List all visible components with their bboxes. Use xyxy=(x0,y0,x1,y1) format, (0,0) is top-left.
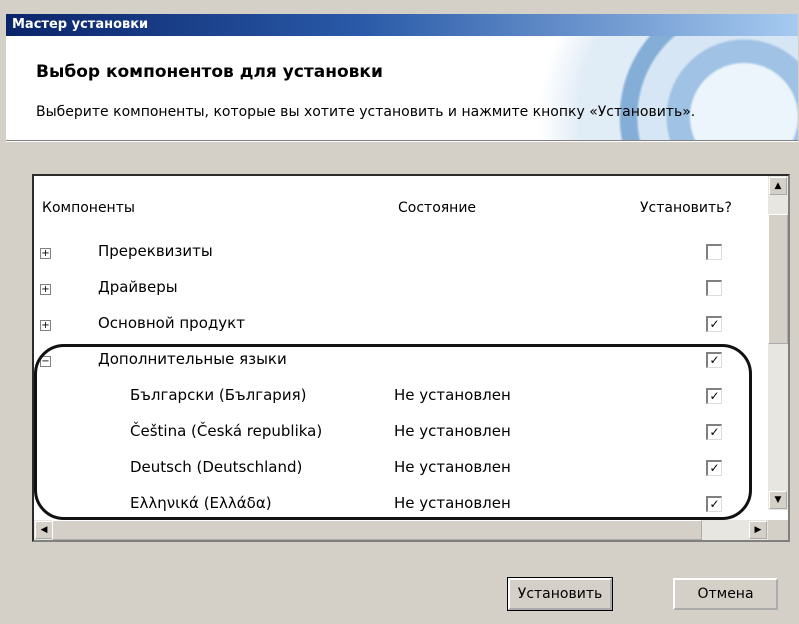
list-item[interactable]: + Пререквизиты xyxy=(34,240,762,276)
install-button[interactable]: Установить xyxy=(507,577,613,611)
column-header-install[interactable]: Установить? xyxy=(640,200,732,216)
component-label: Драйверы xyxy=(98,278,178,296)
component-state: Не установлен xyxy=(394,494,511,512)
install-checkbox[interactable]: ✓ xyxy=(706,496,722,512)
install-checkbox[interactable]: ✓ xyxy=(706,388,722,404)
component-state: Не установлен xyxy=(394,458,511,476)
horizontal-scrollbar[interactable]: ◀ ▶ xyxy=(34,520,768,540)
install-checkbox[interactable]: ✓ xyxy=(706,352,722,368)
header-decoration xyxy=(478,36,798,140)
column-header-state[interactable]: Состояние xyxy=(398,200,476,216)
vertical-scroll-thumb[interactable] xyxy=(768,214,788,344)
scroll-left-arrow-icon[interactable]: ◀ xyxy=(35,521,53,539)
list-item[interactable]: Čeština (Česká republika) Не установлен ✓ xyxy=(34,420,762,456)
scroll-down-arrow-icon[interactable]: ▼ xyxy=(769,491,787,509)
column-header-components[interactable]: Компоненты xyxy=(42,200,135,216)
horizontal-scroll-thumb[interactable] xyxy=(52,520,702,540)
scroll-up-arrow-icon[interactable]: ▲ xyxy=(769,177,787,195)
component-label: Пререквизиты xyxy=(98,242,213,260)
component-label: Deutsch (Deutschland) xyxy=(130,458,303,476)
title-bar: Мастер установки xyxy=(6,14,798,36)
install-checkbox[interactable] xyxy=(706,244,722,260)
component-state: Не установлен xyxy=(394,422,511,440)
cancel-button[interactable]: Отмена xyxy=(673,578,778,610)
install-checkbox[interactable]: ✓ xyxy=(706,316,722,332)
list-item[interactable]: Deutsch (Deutschland) Не установлен ✓ xyxy=(34,456,762,492)
list-item[interactable]: − Дополнительные языки ✓ xyxy=(34,348,762,384)
scrollbar-corner xyxy=(768,520,788,540)
page-subtitle: Выберите компоненты, которые вы хотите у… xyxy=(36,104,696,120)
header-divider xyxy=(6,140,798,142)
component-label: Ελληνικά (Ελλάδα) xyxy=(130,494,272,512)
install-checkbox[interactable]: ✓ xyxy=(706,424,722,440)
list-item[interactable]: Български (България) Не установлен ✓ xyxy=(34,384,762,420)
collapse-icon[interactable]: − xyxy=(40,356,51,367)
components-list[interactable]: Компоненты Состояние Установить? + Пререк… xyxy=(32,174,790,542)
install-checkbox[interactable] xyxy=(706,280,722,296)
install-checkbox[interactable]: ✓ xyxy=(706,460,722,476)
vertical-scrollbar[interactable]: ▲ ▼ xyxy=(768,176,788,510)
component-label: Čeština (Česká republika) xyxy=(130,422,323,440)
component-label: Дополнительные языки xyxy=(98,350,287,368)
component-label: Български (България) xyxy=(130,386,307,404)
installer-window: Мастер установки Выбор компонентов для у… xyxy=(6,14,798,624)
page-title: Выбор компонентов для установки xyxy=(36,62,383,82)
window-title: Мастер установки xyxy=(12,17,149,32)
component-state: Не установлен xyxy=(394,386,511,404)
expand-icon[interactable]: + xyxy=(40,284,51,295)
wizard-header: Выбор компонентов для установки Выберите… xyxy=(6,36,798,140)
list-item[interactable]: + Драйверы xyxy=(34,276,762,312)
expand-icon[interactable]: + xyxy=(40,248,51,259)
list-item[interactable]: + Основной продукт ✓ xyxy=(34,312,762,348)
component-label: Основной продукт xyxy=(98,314,245,332)
scroll-right-arrow-icon[interactable]: ▶ xyxy=(749,521,767,539)
expand-icon[interactable]: + xyxy=(40,320,51,331)
